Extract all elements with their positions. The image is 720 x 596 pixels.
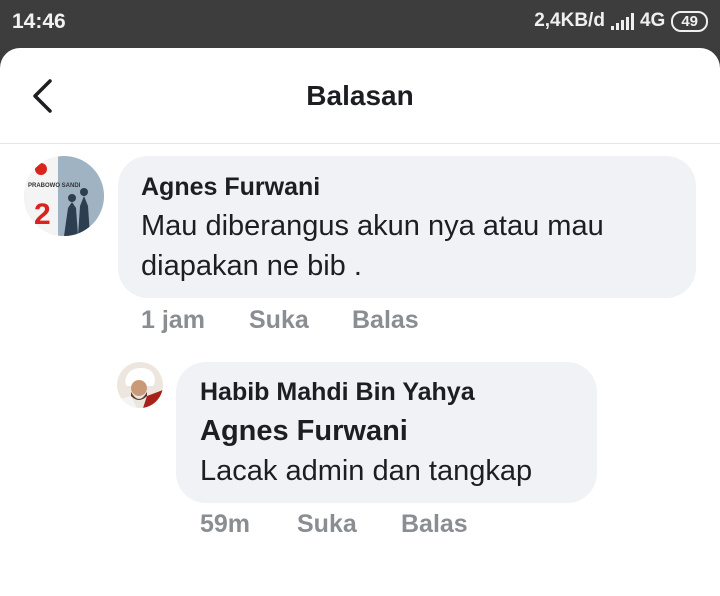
battery-icon: 49 bbox=[671, 10, 708, 32]
comment-actions: 1 jam Suka Balas bbox=[141, 306, 419, 335]
avatar-number: 2 bbox=[34, 198, 51, 231]
reply-actions: 59m Suka Balas bbox=[200, 510, 468, 539]
commenter-avatar[interactable]: PRABOWO SANDI 2 bbox=[24, 156, 104, 236]
comment-bubble[interactable]: Agnes Furwani Mau diberangus akun nya at… bbox=[118, 156, 696, 298]
reply-like-button[interactable]: Suka bbox=[297, 510, 401, 539]
comment-reply-button[interactable]: Balas bbox=[352, 306, 419, 335]
reply-mention[interactable]: Agnes Furwani bbox=[200, 415, 408, 448]
comment-text-line1: Mau diberangus akun nya atau mau bbox=[141, 210, 604, 242]
comment-author[interactable]: Agnes Furwani bbox=[141, 173, 320, 202]
comment-like-button[interactable]: Suka bbox=[249, 306, 352, 335]
reply-author[interactable]: Habib Mahdi Bin Yahya bbox=[200, 378, 475, 407]
reply-bubble[interactable]: Habib Mahdi Bin Yahya Agnes Furwani Laca… bbox=[176, 362, 597, 503]
comment-time: 1 jam bbox=[141, 306, 205, 334]
replies-sheet: Balasan PRABOWO SANDI 2 Agnes Furwani Ma… bbox=[0, 48, 720, 596]
avatar-badge-text: PRABOWO SANDI bbox=[28, 183, 81, 189]
signal-icon bbox=[610, 12, 634, 30]
network-speed: 2,4KB/d bbox=[534, 10, 605, 31]
reply-reply-button[interactable]: Balas bbox=[401, 510, 468, 539]
status-time: 14:46 bbox=[12, 10, 66, 33]
comment-text-line2: diapakan ne bib . bbox=[141, 250, 362, 282]
replier-avatar[interactable] bbox=[117, 362, 163, 408]
battery-level: 49 bbox=[681, 12, 698, 30]
status-indicators: 2,4KB/d 4G 49 bbox=[534, 10, 708, 32]
page-title: Balasan bbox=[306, 80, 414, 111]
header: Balasan bbox=[0, 48, 720, 144]
network-type: 4G bbox=[639, 10, 666, 31]
reply-text: Lacak admin dan tangkap bbox=[200, 455, 533, 487]
reply-time: 59m bbox=[200, 510, 251, 538]
status-bar: 14:46 2,4KB/d 4G 49 bbox=[0, 0, 720, 48]
